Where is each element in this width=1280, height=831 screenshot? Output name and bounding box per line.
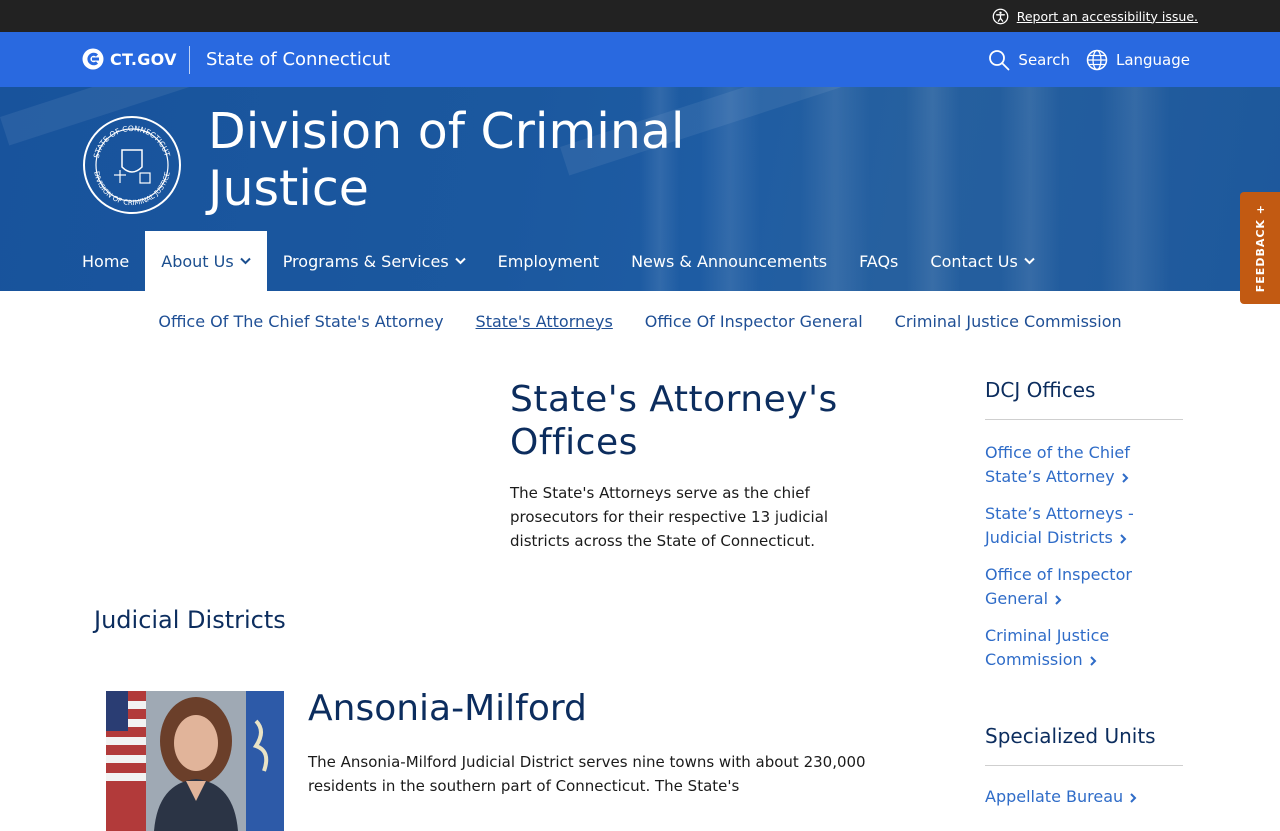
nav-news-announcements[interactable]: News & Announcements <box>615 231 843 291</box>
chevron-right-icon <box>1121 472 1129 483</box>
sidebar-link-states-attorneys[interactable]: State’s Attorneys - Judicial Districts <box>985 502 1175 550</box>
section-title-judicial-districts: Judicial Districts <box>94 606 286 634</box>
chevron-down-icon <box>454 257 466 265</box>
nav-faqs[interactable]: FAQs <box>843 231 914 291</box>
sidebar-divider <box>985 419 1183 420</box>
page-title: State's Attorney's Offices <box>510 378 838 464</box>
chevron-right-icon <box>1130 792 1137 803</box>
chevron-right-icon <box>1120 533 1127 544</box>
sidebar-link-chief-states-attorney[interactable]: Office of the Chief State’s Attorney <box>985 441 1175 489</box>
accessibility-link[interactable]: Report an accessibility issue. <box>992 0 1198 32</box>
nav-employment[interactable]: Employment <box>482 231 615 291</box>
nav-label: Home <box>82 251 130 271</box>
nav-label: Contact Us <box>930 251 1018 271</box>
language-label: Language <box>1115 50 1190 69</box>
chevron-down-icon <box>239 257 251 265</box>
accessibility-icon <box>992 8 1009 24</box>
page-title-line-1: State's Attorney's <box>510 379 838 420</box>
main-nav: Home About Us Programs & Services Employ… <box>66 231 1051 291</box>
site-bar: CT.GOV State of Connecticut Search Langu… <box>0 32 1280 87</box>
hero-banner: STATE OF CONNECTICUT DIVISION OF CRIMINA… <box>0 87 1280 291</box>
page-title-line-2: Offices <box>510 422 638 463</box>
nav-label: FAQs <box>859 251 899 271</box>
site-title: Division of Criminal Justice <box>208 103 685 217</box>
header-tools: Search Language <box>988 32 1190 87</box>
search-button[interactable]: Search <box>988 49 1070 71</box>
intro-text: The State's Attorneys serve as the chief… <box>510 484 829 550</box>
ct-gov-logo[interactable]: CT.GOV <box>82 48 177 70</box>
sub-nav: Office Of The Chief State's Attorney Sta… <box>0 291 1280 351</box>
accessibility-link-label: Report an accessibility issue. <box>1016 8 1198 24</box>
sidebar-link-appellate-bureau[interactable]: Appellate Bureau <box>985 785 1175 809</box>
nav-label: Employment <box>497 251 600 271</box>
header-divider <box>189 46 190 74</box>
logo-text: CT.GOV <box>110 49 177 69</box>
hero-column-decor <box>1100 87 1170 291</box>
sidebar-heading-dcj-offices: DCJ Offices <box>985 378 1096 402</box>
sidebar-link-label: Office of the Chief State’s Attorney <box>985 443 1130 486</box>
dcj-seal-logo: STATE OF CONNECTICUT DIVISION OF CRIMINA… <box>83 116 181 214</box>
sidebar-link-label: Appellate Bureau <box>985 787 1124 806</box>
sidebar-link-label: State’s Attorneys - Judicial Districts <box>985 504 1134 547</box>
nav-programs-services[interactable]: Programs & Services <box>267 231 482 291</box>
subnav-inspector-general[interactable]: Office Of Inspector General <box>645 312 863 331</box>
sidebar-divider <box>985 765 1183 766</box>
nav-home[interactable]: Home <box>66 231 145 291</box>
subnav-states-attorneys[interactable]: State's Attorneys <box>476 312 613 331</box>
sidebar-link-criminal-justice-commission[interactable]: Criminal Justice Commission <box>985 624 1175 672</box>
nav-label: About Us <box>161 251 234 271</box>
utility-bar: Report an accessibility issue. <box>0 0 1280 32</box>
state-name[interactable]: State of Connecticut <box>206 49 390 70</box>
search-label: Search <box>1018 50 1070 69</box>
nav-contact-us[interactable]: Contact Us <box>914 231 1050 291</box>
district-name: Ansonia-Milford <box>308 688 587 729</box>
ct-logo-icon <box>82 48 104 70</box>
chevron-down-icon <box>1024 257 1035 265</box>
sidebar-units-list: Appellate Bureau <box>985 785 1175 822</box>
feedback-label: FEEDBACK + <box>1253 203 1267 293</box>
subnav-chief-states-attorney[interactable]: Office Of The Chief State's Attorney <box>158 312 443 331</box>
chevron-right-icon <box>1055 594 1062 605</box>
portrait-illustration <box>106 691 284 831</box>
states-attorney-photo <box>106 691 284 831</box>
language-button[interactable]: Language <box>1086 49 1190 71</box>
nav-about-us[interactable]: About Us <box>145 231 267 291</box>
feedback-tab[interactable]: FEEDBACK + <box>1240 192 1280 304</box>
district-description: The Ansonia-Milford Judicial District se… <box>308 753 866 795</box>
search-icon <box>989 49 1010 70</box>
svg-text:STATE OF CONNECTICUT: STATE OF CONNECTICUT <box>92 124 172 159</box>
globe-icon <box>1086 49 1108 70</box>
subnav-criminal-justice-commission[interactable]: Criminal Justice Commission <box>895 312 1122 331</box>
sidebar-link-inspector-general[interactable]: Office of Inspector General <box>985 563 1175 611</box>
nav-label: News & Announcements <box>631 251 828 271</box>
sidebar-offices-list: Office of the Chief State’s Attorney Sta… <box>985 441 1175 685</box>
svg-text:DIVISION OF CRIMINAL JUSTICE: DIVISION OF CRIMINAL JUSTICE <box>92 171 171 207</box>
nav-label: Programs & Services <box>282 251 449 271</box>
sidebar-heading-specialized-units: Specialized Units <box>985 724 1156 748</box>
chevron-right-icon <box>1089 655 1097 666</box>
